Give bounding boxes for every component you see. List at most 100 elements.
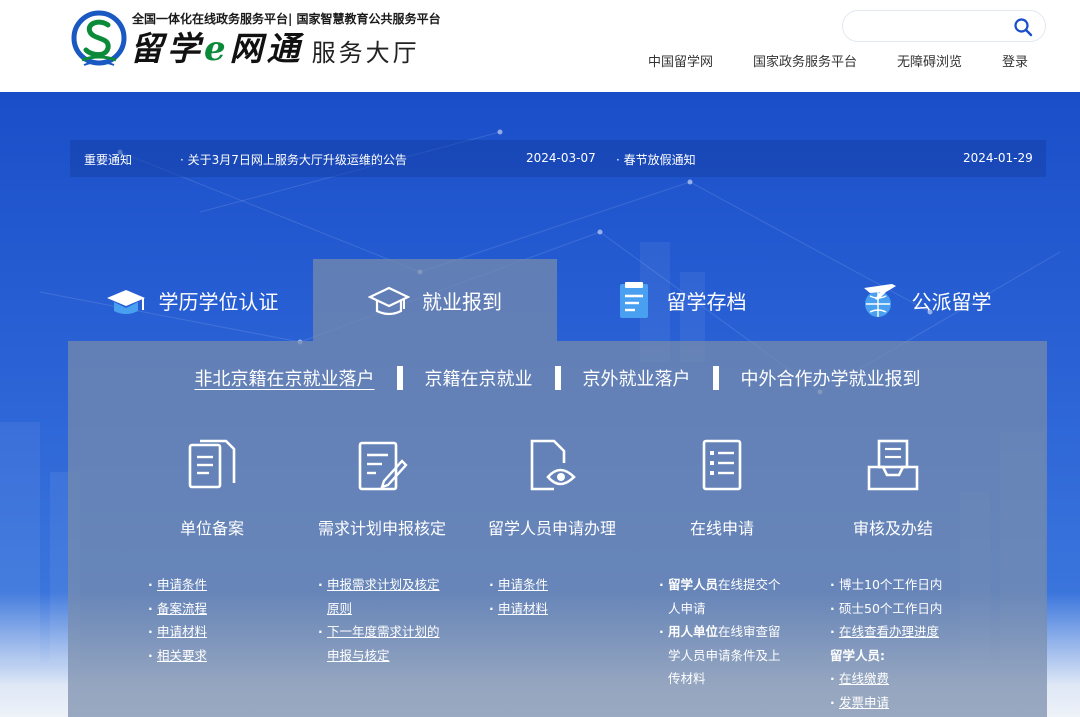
review-complete-notes: 博士10个工作日内 硕士50个工作日内 在线查看办理进度 留学人员: 在线缴费 … (830, 573, 942, 714)
list-item-cont: 传材料 (659, 667, 781, 691)
brand-prefix: 留学 (130, 29, 204, 68)
service-student-application[interactable]: 留学人员申请办理 (467, 437, 637, 539)
student-application-links: 申请条件 申请材料 (489, 573, 548, 620)
subtab-joint-program[interactable]: 中外合作办学就业报到 (719, 365, 943, 391)
list-item[interactable]: 申请条件 (489, 573, 548, 597)
inbox-icon (867, 439, 919, 491)
notice-title: 关于3月7日网上服务大厅升级运维的公告 (187, 153, 407, 167)
demand-plan-links: 申报需求计划及核定 原则 下一年度需求计划的 申报与核定 (318, 573, 440, 667)
edit-form-icon (358, 441, 408, 491)
nav-cscse[interactable]: 中国留学网 (648, 51, 713, 70)
service-title: 单位备案 (179, 519, 244, 538)
archive-folder-icon (619, 282, 648, 318)
subtab-outside-beijing-settle[interactable]: 京外就业落户 (561, 365, 713, 391)
note-bold: 留学人员: (830, 647, 885, 663)
service-demand-plan[interactable]: 需求计划申报核定 (297, 437, 467, 539)
link-text: 备案流程 (157, 600, 208, 616)
unit-filing-links: 申请条件 备案流程 申请材料 相关要求 (148, 573, 207, 667)
site-logo[interactable]: 全国一体化在线政务服务平台| 国家智慧教育公共服务平台 留学e网通 服务大厅 (70, 8, 470, 74)
brand-suffix: 网通 (229, 29, 304, 68)
list-item: 博士10个工作日内 (830, 573, 942, 597)
tab-label: 公派留学 (911, 289, 992, 314)
search-icon[interactable] (1013, 17, 1033, 37)
note-text: 硕士50个工作日内 (839, 600, 943, 616)
note-text: 在线提交个 (718, 577, 781, 592)
note-text: 学人员申请条件及上 (668, 647, 781, 663)
list-item: 留学人员在线提交个 (659, 573, 781, 597)
note-text: 博士10个工作日内 (839, 577, 943, 592)
link-text: 相关要求 (157, 647, 208, 663)
list-item[interactable]: 在线缴费 (830, 667, 942, 691)
list-item-cont: 学人员申请条件及上 (659, 644, 781, 668)
tab-government-sponsored[interactable]: 公派留学 (802, 259, 1047, 341)
checklist-icon (702, 439, 742, 491)
link-text: 申请条件 (498, 577, 549, 592)
brand-hall: 服务大厅 (311, 39, 420, 67)
online-apply-notes: 留学人员在线提交个 人申请 用人单位在线审查留 学人员申请条件及上 传材料 (659, 573, 781, 691)
tab-employment-registration[interactable]: 就业报到 (313, 259, 557, 341)
notice-item[interactable]: · 春节放假通知 (616, 151, 696, 168)
service-panel: 非北京籍在京就业落户 京籍在京就业 京外就业落户 中外合作办学就业报到 单位备案… (68, 341, 1047, 717)
brand-name: 留学e网通 (130, 22, 304, 70)
nav-login[interactable]: 登录 (1002, 51, 1028, 70)
link-text: 在线缴费 (839, 671, 890, 686)
list-item-cont[interactable]: 原则 (318, 597, 440, 621)
logo-emblem-icon (71, 10, 127, 66)
list-item-cont[interactable]: 申报与核定 (318, 644, 440, 668)
service-unit-filing[interactable]: 单位备案 (127, 437, 297, 539)
top-nav: 中国留学网 国家政务服务平台 无障碍浏览 登录 (608, 51, 1028, 70)
nav-accessibility[interactable]: 无障碍浏览 (897, 51, 962, 70)
list-item: 用人单位在线审查留 (659, 620, 781, 644)
link-text: 原则 (327, 600, 353, 616)
tab-degree-certification[interactable]: 学历学位认证 (70, 259, 313, 341)
link-text: 下一年度需求计划的 (327, 624, 440, 639)
link-text: 申报与核定 (327, 647, 390, 663)
tab-label: 留学存档 (666, 289, 747, 314)
link-text: 在线查看办理进度 (839, 624, 940, 639)
search-input[interactable] (855, 17, 1015, 37)
documents-icon (188, 439, 236, 489)
link-text: 申报需求计划及核定 (327, 577, 440, 592)
list-item-cont: 人申请 (659, 597, 781, 621)
service-review-complete[interactable]: 审核及办结 (808, 437, 978, 539)
notice-label: 重要通知 (84, 153, 133, 167)
link-text: 申请材料 (157, 624, 208, 639)
link-text: 申请条件 (157, 577, 208, 592)
graduation-cap-outline-icon (368, 286, 410, 316)
link-text: 发票申请 (839, 694, 890, 710)
subtab-non-beijing-settle[interactable]: 非北京籍在京就业落户 (173, 365, 397, 391)
notice-item[interactable]: · 关于3月7日网上服务大厅升级运维的公告 (180, 151, 407, 168)
notice-title: 春节放假通知 (623, 153, 696, 167)
list-item[interactable]: 申请材料 (489, 597, 548, 621)
service-online-apply[interactable]: 在线申请 (637, 437, 807, 539)
list-heading: 留学人员: (830, 644, 942, 668)
search-box (842, 10, 1046, 42)
service-title: 审核及办结 (852, 519, 933, 538)
list-item[interactable]: 在线查看办理进度 (830, 620, 942, 644)
subtab-beijing-employment[interactable]: 京籍在京就业 (403, 365, 555, 391)
site-header: 全国一体化在线政务服务平台| 国家智慧教育公共服务平台 留学e网通 服务大厅 中… (0, 0, 1080, 92)
notice-date: 2024-01-29 (963, 151, 1033, 165)
note-text: 在线审查留 (718, 624, 781, 639)
sub-tabs: 非北京籍在京就业落户 京籍在京就业 京外就业落户 中外合作办学就业报到 (68, 365, 1047, 391)
nav-gov-service[interactable]: 国家政务服务平台 (753, 51, 857, 70)
list-item[interactable]: 申请条件 (148, 573, 207, 597)
note-text: 传材料 (668, 671, 706, 686)
note-text: 人申请 (668, 600, 706, 616)
note-bold: 用人单位 (668, 624, 719, 639)
brand-e: e (204, 29, 230, 69)
list-item[interactable]: 相关要求 (148, 644, 207, 668)
note-bold: 留学人员 (668, 577, 719, 592)
link-text: 申请材料 (498, 600, 549, 616)
tab-label: 就业报到 (422, 289, 502, 314)
list-item[interactable]: 备案流程 (148, 597, 207, 621)
list-item[interactable]: 发票申请 (830, 691, 942, 715)
list-item[interactable]: 申请材料 (148, 620, 207, 644)
globe-plane-icon (863, 284, 896, 317)
list-item[interactable]: 申报需求计划及核定 (318, 573, 440, 597)
list-item[interactable]: 下一年度需求计划的 (318, 620, 440, 644)
brand-title: 留学e网通 服务大厅 (130, 29, 420, 70)
notice-date: 2024-03-07 (526, 151, 596, 165)
service-title: 需求计划申报核定 (317, 519, 446, 538)
tab-study-archive[interactable]: 留学存档 (557, 259, 802, 341)
